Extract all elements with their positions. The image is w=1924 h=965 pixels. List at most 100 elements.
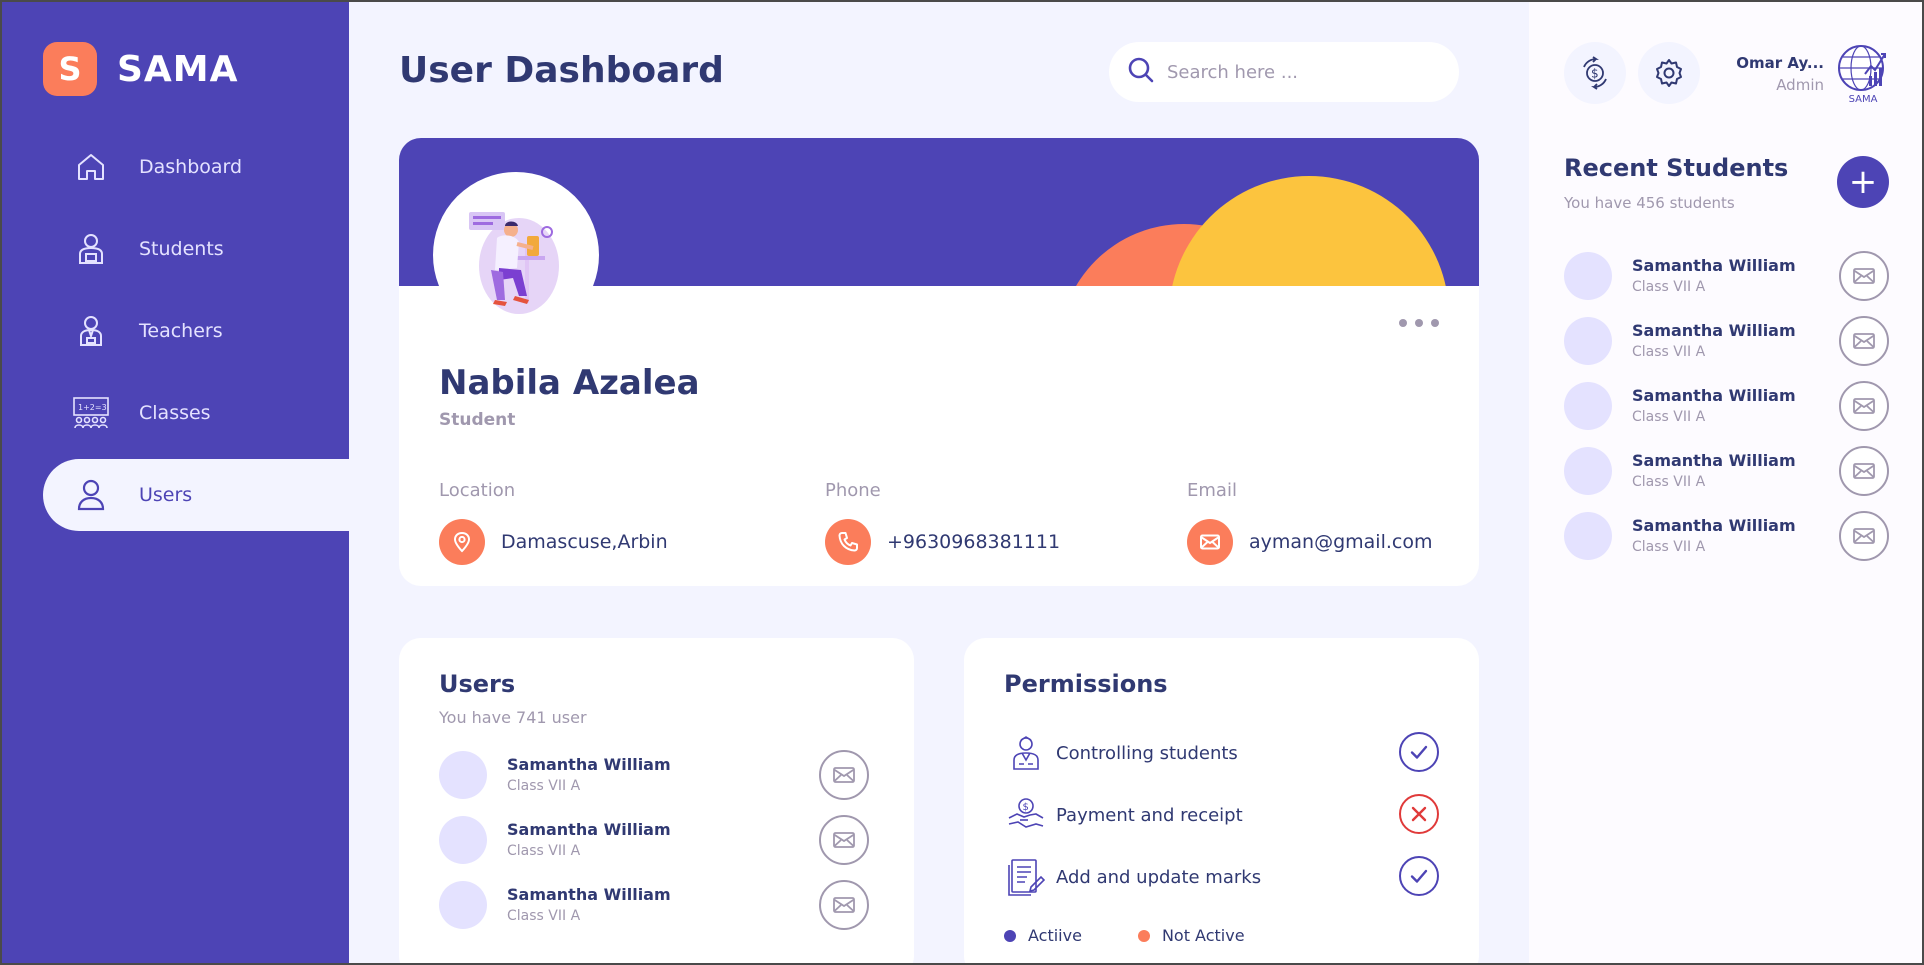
permission-label: Add and update marks xyxy=(1056,866,1262,888)
list-item[interactable]: Samantha William Class VII A xyxy=(1564,243,1889,308)
list-item[interactable]: Samantha William Class VII A xyxy=(1564,503,1889,568)
sidebar-item-students[interactable]: Students xyxy=(43,213,349,285)
profile-role: Student xyxy=(439,410,516,430)
right-panel: $ Omar Ay... Admin SAMA Recent Students … xyxy=(1529,2,1922,963)
list-item[interactable]: Samantha William Class VII A xyxy=(439,742,869,807)
permission-row: Add and update marks xyxy=(1004,846,1439,908)
message-button[interactable] xyxy=(1839,251,1889,301)
account-role: Admin xyxy=(1776,76,1824,94)
phone-value[interactable]: +9630968381111 xyxy=(887,531,1060,553)
phone-icon xyxy=(825,519,871,565)
legend-active-label: Actiive xyxy=(1028,926,1082,945)
recent-students-subtitle: You have 456 students xyxy=(1564,194,1735,212)
avatar xyxy=(439,880,487,929)
account-info[interactable]: Omar Ay... Admin xyxy=(1724,54,1824,94)
profile-avatar xyxy=(433,172,599,338)
sidebar-nav: Dashboard Students Teachers 1+2=3 Classe… xyxy=(2,131,349,541)
avatar xyxy=(1564,251,1612,300)
person-at-desk-illustration xyxy=(439,178,593,332)
add-student-button[interactable]: + xyxy=(1837,156,1889,208)
person-class: Class VII A xyxy=(507,778,581,794)
list-item[interactable]: Samantha William Class VII A xyxy=(1564,373,1889,438)
permission-label: Payment and receipt xyxy=(1056,804,1243,826)
list-item[interactable]: Samantha William Class VII A xyxy=(439,807,869,872)
mail-icon xyxy=(1853,268,1875,284)
account-avatar[interactable]: SAMA xyxy=(1835,44,1891,105)
sidebar-item-users[interactable]: Users xyxy=(43,459,349,531)
currency-exchange-icon: $ xyxy=(1583,56,1607,90)
email-info: Email ayman@gmail.com xyxy=(1187,480,1432,565)
settings-button[interactable] xyxy=(1638,42,1700,104)
permission-row: Controlling students xyxy=(1004,722,1439,784)
avatar xyxy=(1564,316,1612,365)
person-name: Samantha William xyxy=(507,820,671,839)
recent-students-list: Samantha William Class VII A Samantha Wi… xyxy=(1564,243,1889,568)
list-item[interactable]: Samantha William Class VII A xyxy=(1564,438,1889,503)
users-card: Users You have 741 user Samantha William… xyxy=(399,638,914,963)
dot-icon xyxy=(1415,319,1423,327)
email-value[interactable]: ayman@gmail.com xyxy=(1249,531,1432,553)
avatar xyxy=(1564,381,1612,430)
avatar xyxy=(439,815,487,864)
person-class: Class VII A xyxy=(1632,279,1706,295)
person-name: Samantha William xyxy=(1632,516,1796,535)
message-button[interactable] xyxy=(1839,446,1889,496)
permissions-card: Permissions Controlling students $ Payme… xyxy=(964,638,1479,963)
dot-icon xyxy=(1431,319,1439,327)
profile-name: Nabila Azalea xyxy=(439,363,700,403)
person-name: Samantha William xyxy=(507,755,671,774)
more-options-button[interactable] xyxy=(1399,313,1439,333)
sidebar-item-dashboard[interactable]: Dashboard xyxy=(43,131,349,203)
sidebar-item-label: Users xyxy=(139,484,193,506)
list-item[interactable]: Samantha William Class VII A xyxy=(439,872,869,937)
message-button[interactable] xyxy=(819,880,869,930)
location-value: Damascuse,Arbin xyxy=(501,531,668,553)
phone-label: Phone xyxy=(825,480,881,501)
brand-logo: S xyxy=(43,42,97,96)
marks-document-icon xyxy=(1004,855,1048,899)
users-card-title: Users xyxy=(439,670,516,698)
user-icon xyxy=(69,473,113,517)
supervisor-icon xyxy=(1004,731,1048,775)
person-name: Samantha William xyxy=(1632,256,1796,275)
permission-toggle[interactable] xyxy=(1399,856,1439,896)
profile-card: Nabila Azalea Student Location Damascuse… xyxy=(399,138,1479,586)
sidebar-item-classes[interactable]: 1+2=3 Classes xyxy=(43,377,349,449)
avatar xyxy=(1564,511,1612,560)
message-button[interactable] xyxy=(1839,511,1889,561)
permissions-legend: Actiive Not Active xyxy=(1004,926,1301,945)
sidebar-item-label: Students xyxy=(139,238,224,260)
permission-toggle[interactable] xyxy=(1399,732,1439,772)
mail-icon xyxy=(1853,398,1875,414)
email-label: Email xyxy=(1187,480,1237,501)
sidebar-item-label: Dashboard xyxy=(139,156,243,178)
message-button[interactable] xyxy=(1839,316,1889,366)
brand: S SAMA xyxy=(43,42,238,96)
currency-exchange-button[interactable]: $ xyxy=(1564,42,1626,104)
sidebar-item-label: Classes xyxy=(139,402,211,424)
person-class: Class VII A xyxy=(1632,539,1706,555)
check-icon xyxy=(1410,869,1428,883)
brand-name: SAMA xyxy=(117,48,239,90)
main-content: User Dashboard Search here ... Nabila Az… xyxy=(349,2,1529,963)
search-bar[interactable] xyxy=(1109,42,1459,102)
person-class: Class VII A xyxy=(1632,344,1706,360)
mail-icon xyxy=(1853,463,1875,479)
message-button[interactable] xyxy=(819,815,869,865)
message-button[interactable] xyxy=(819,750,869,800)
mail-icon xyxy=(833,832,855,848)
mail-icon xyxy=(1187,519,1233,565)
mail-icon xyxy=(833,897,855,913)
permission-toggle[interactable] xyxy=(1399,794,1439,834)
permissions-card-title: Permissions xyxy=(1004,670,1168,698)
person-name: Samantha William xyxy=(1632,321,1796,340)
message-button[interactable] xyxy=(1839,381,1889,431)
page-title: User Dashboard xyxy=(399,50,724,91)
location-pin-icon xyxy=(439,519,485,565)
sidebar-item-teachers[interactable]: Teachers xyxy=(43,295,349,367)
check-icon xyxy=(1410,745,1428,759)
sidebar-item-label: Teachers xyxy=(139,320,223,342)
list-item[interactable]: Samantha William Class VII A xyxy=(1564,308,1889,373)
person-class: Class VII A xyxy=(1632,409,1706,425)
search-input[interactable] xyxy=(1167,61,1427,83)
